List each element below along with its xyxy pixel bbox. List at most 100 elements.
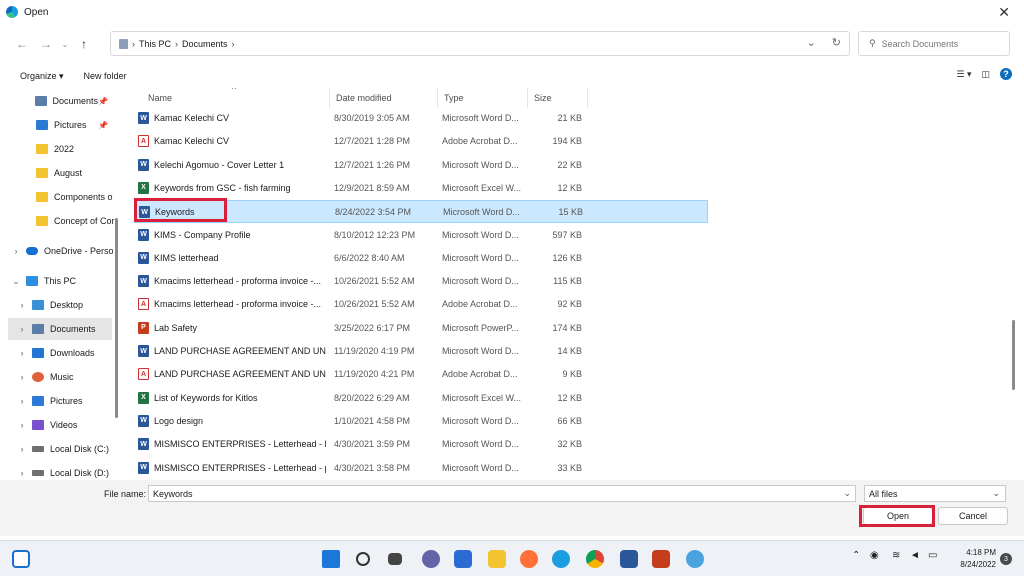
file-type-select[interactable]: All files ⌄ — [864, 485, 1006, 502]
file-size: 597 KB — [552, 229, 582, 240]
file-row[interactable]: W MISMISCO ENTERPRISES - Letterhead - pkc… — [134, 457, 708, 480]
file-row[interactable]: A LAND PURCHASE AGREEMENT AND UN... 11/19/… — [134, 363, 708, 386]
column-header-type[interactable]: Type — [438, 88, 528, 108]
forward-arrow-icon[interactable]: → — [34, 32, 58, 56]
help-icon[interactable]: ? — [1000, 68, 1012, 80]
file-type: Microsoft Word D... — [442, 439, 519, 450]
column-header-date[interactable]: Date modified — [330, 88, 438, 108]
file-row[interactable]: X List of Keywords for Kitlos 8/20/2022 6:… — [134, 387, 708, 410]
expand-chevron-icon[interactable]: › — [16, 420, 28, 430]
breadcrumb-this-pc[interactable]: This PC — [139, 39, 171, 49]
file-row[interactable]: A Kamac Kelechi CV 12/7/2021 1:28 PM Adobe … — [134, 130, 708, 153]
word-icon[interactable] — [620, 550, 638, 568]
battery-icon[interactable]: ▭ — [928, 550, 937, 561]
sidebar-item-pictures-quick[interactable]: Pictures 📌 — [0, 114, 118, 136]
expand-chevron-icon[interactable]: › — [16, 396, 28, 406]
sidebar-item-label: Documents — [52, 96, 99, 106]
expand-chevron-icon[interactable]: › — [16, 372, 28, 382]
collapse-chevron-icon[interactable]: ⌄ — [10, 276, 22, 287]
sidebar-item-2022[interactable]: 2022 — [0, 138, 118, 160]
task-view-icon[interactable] — [388, 553, 402, 565]
file-size: 21 KB — [557, 113, 582, 123]
expand-chevron-icon[interactable]: › — [16, 348, 28, 358]
sidebar-item-onedrive[interactable]: › OneDrive - Perso — [0, 240, 118, 262]
sidebar-item-local-disk-d[interactable]: › Local Disk (D:) — [0, 462, 118, 482]
file-row[interactable]: X Keywords from GSC - fish farming 12/9/20… — [134, 177, 708, 200]
sidebar-item-this-pc[interactable]: ⌄ This PC — [0, 270, 118, 292]
file-row[interactable]: W LAND PURCHASE AGREEMENT AND UN... 11/19/… — [134, 340, 708, 363]
sidebar-item-videos[interactable]: › Videos — [0, 414, 118, 436]
breadcrumb-documents[interactable]: Documents — [182, 39, 228, 49]
chevron-down-icon[interactable]: ⌄ — [843, 488, 851, 499]
volume-icon[interactable]: ◄ — [910, 550, 920, 561]
file-list: ^ Name Date modified Type Size W Kamac Ke… — [124, 88, 1014, 480]
file-row[interactable]: W MISMISCO ENTERPRISES - Letterhead - Pig… — [134, 433, 708, 456]
sidebar-item-documents-quick[interactable]: Documents 📌 — [0, 90, 118, 112]
file-row[interactable]: W Logo design 1/10/2021 4:58 PM Microsoft W… — [134, 410, 708, 433]
clock[interactable]: 4:18 PM 8/24/2022 — [960, 547, 996, 571]
file-explorer-icon[interactable] — [488, 550, 506, 568]
expand-chevron-icon[interactable]: › — [16, 300, 28, 310]
up-arrow-icon[interactable]: ↑ — [72, 32, 96, 56]
powerpoint-icon[interactable] — [652, 550, 670, 568]
preview-pane-icon[interactable]: ◫ — [981, 69, 990, 80]
keywords-highlight-annotation — [134, 198, 227, 222]
expand-chevron-icon[interactable]: › — [10, 246, 22, 256]
expand-chevron-icon[interactable]: › — [16, 468, 28, 478]
sidebar-item-music[interactable]: › Music — [0, 366, 118, 388]
sidebar-item-components[interactable]: Components o — [0, 186, 118, 208]
file-row[interactable]: W Kamac Kelechi CV 8/30/2019 3:05 AM Micros… — [134, 107, 708, 130]
refresh-icon[interactable]: ↻ — [832, 36, 841, 49]
file-row[interactable]: A Kmacims letterhead - proforma invoice -… — [134, 293, 708, 316]
search-box[interactable]: ⚲ — [858, 31, 1010, 56]
chrome-icon[interactable] — [586, 550, 604, 568]
close-icon[interactable]: ✕ — [998, 4, 1010, 21]
view-options-icon[interactable]: ☰ ▾ — [956, 69, 971, 80]
address-bar[interactable]: › This PC › Documents › ⌄ ↻ — [110, 31, 850, 56]
wifi-icon[interactable]: ≋ — [892, 550, 900, 561]
sidebar-item-local-disk-c[interactable]: › Local Disk (C:) — [0, 438, 118, 460]
sidebar-item-concept[interactable]: Concept of Cor — [0, 210, 118, 232]
sidebar-scrollbar[interactable] — [115, 218, 118, 418]
edge-icon[interactable] — [552, 550, 570, 568]
expand-chevron-icon[interactable]: › — [16, 324, 28, 334]
sidebar-item-desktop[interactable]: › Desktop — [0, 294, 118, 316]
address-dropdown-icon[interactable]: ⌄ — [807, 36, 816, 49]
file-name-field[interactable]: Keywords ⌄ — [148, 485, 856, 502]
chat-icon[interactable] — [422, 550, 440, 568]
file-row[interactable]: W KIMS - Company Profile 8/10/2012 12:23 P… — [134, 224, 708, 247]
sidebar-item-label: This PC — [44, 276, 77, 286]
store-icon[interactable] — [454, 550, 472, 568]
file-row[interactable]: P Lab Safety 3/25/2022 6:17 PM Microsoft Po… — [134, 317, 708, 340]
taskbar: ⌃ ◉ ≋ ◄ ▭ 4:18 PM 8/24/2022 3 — [0, 540, 1024, 576]
folder-icon — [36, 216, 48, 226]
search-input[interactable] — [881, 38, 1002, 49]
sidebar-item-documents[interactable]: › Documents — [8, 318, 112, 340]
back-arrow-icon[interactable]: ← — [10, 32, 34, 56]
file-name: List of Keywords for Kitlos — [154, 392, 258, 403]
file-row[interactable]: W Kmacims letterhead - proforma invoice -… — [134, 270, 708, 293]
widgets-icon[interactable] — [12, 550, 30, 568]
search-taskbar-icon[interactable] — [356, 552, 370, 566]
column-header-size[interactable]: Size — [528, 88, 588, 108]
sidebar-item-label: Downloads — [50, 348, 95, 358]
sidebar-item-pictures[interactable]: › Pictures — [0, 390, 118, 412]
expand-chevron-icon[interactable]: › — [16, 444, 28, 454]
cancel-button[interactable]: Cancel — [938, 507, 1008, 525]
sidebar-item-august[interactable]: August — [0, 162, 118, 184]
file-row[interactable]: W KIMS letterhead 6/6/2022 8:40 AM Microsof… — [134, 247, 708, 270]
sidebar-item-downloads[interactable]: › Downloads — [0, 342, 118, 364]
app-icon[interactable] — [686, 550, 704, 568]
column-header-name[interactable]: Name — [142, 88, 330, 108]
chevron-up-icon[interactable]: ⌃ — [852, 550, 860, 561]
recent-locations-chevron-icon[interactable]: ⌄ — [58, 32, 72, 56]
file-row[interactable]: W Kelechi Agomuo - Cover Letter 1 12/7/202… — [134, 154, 708, 177]
firefox-icon[interactable] — [520, 550, 538, 568]
sidebar-item-label: Local Disk (C:) — [50, 444, 110, 454]
new-folder-button[interactable]: New folder — [84, 71, 127, 81]
organize-button[interactable]: Organize ▾ — [20, 71, 64, 82]
security-icon[interactable]: ◉ — [870, 550, 879, 561]
start-icon[interactable] — [322, 550, 340, 568]
file-list-scrollbar[interactable] — [1012, 320, 1015, 390]
notification-badge[interactable]: 3 — [1000, 553, 1012, 565]
